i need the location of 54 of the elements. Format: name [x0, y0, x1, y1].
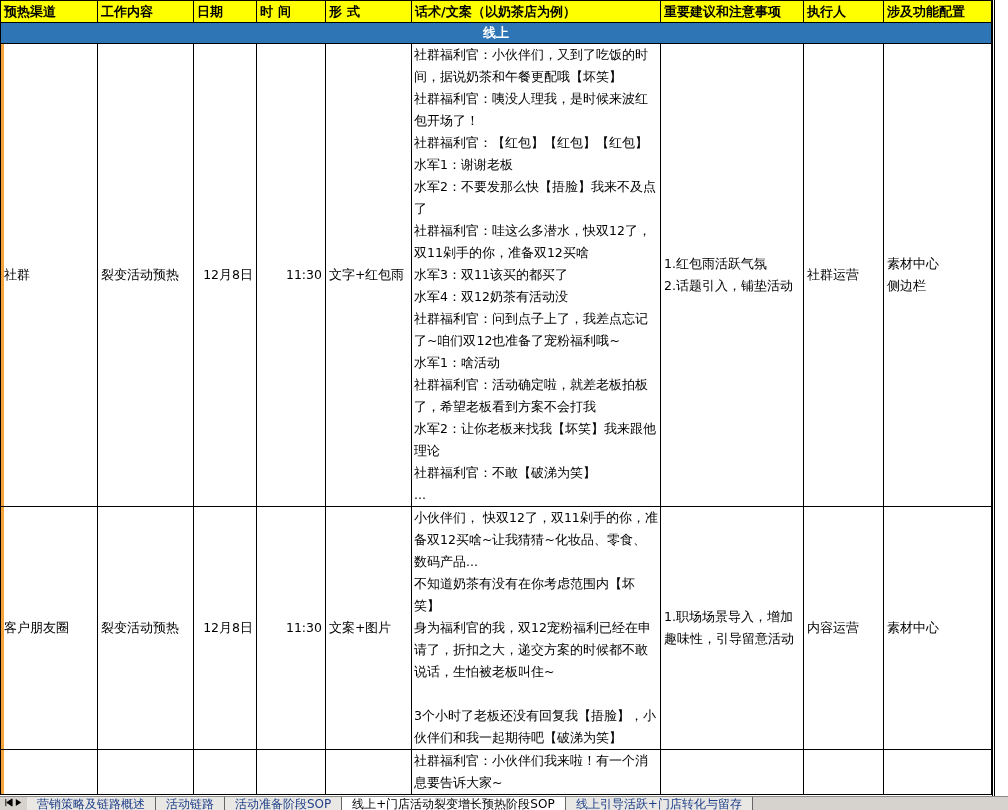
chat-line: 水军2：让你老板来找我【坏笑】我来跟他理论 — [414, 420, 657, 460]
chat-line: 社群福利官：哇这么多潜水，快双12了，双11剁手的你，准备双12买啥 — [414, 222, 652, 262]
column-header: 工作内容 — [97, 0, 194, 23]
chat-line: 社群福利官：小伙伴们，又到了吃饭的时间，据说奶茶和午餐更配哦【坏笑】 — [414, 46, 649, 86]
sheet-tab[interactable]: 线上引导活跃+门店转化与留存 — [565, 797, 753, 810]
next-sheet-icon[interactable] — [14, 798, 23, 807]
chat-line: 社群福利官：问到点子上了，我差点忘记了~咱们双12也准备了宠粉福利哦~ — [414, 310, 649, 350]
sheet-tab[interactable]: 活动准备阶段SOP — [225, 797, 343, 810]
table-cell: 裂变活动预热 — [97, 43, 194, 507]
first-sheet-icon[interactable] — [4, 798, 13, 807]
sheet-tab[interactable]: 线上+门店活动裂变增长预热阶段SOP — [342, 797, 566, 810]
column-header: 形 式 — [325, 0, 412, 23]
table-cell-text: 素材中心 — [887, 619, 940, 637]
chat-line: 小伙伴们， 快双12了，双11剁手的你，准备双12买啥~让我猜猜~化妆品、零食、数码产品... — [414, 509, 658, 571]
chat-line: 水军4：双12奶茶有活动没 — [414, 288, 569, 306]
sheet-tab[interactable]: 活动链路 — [156, 797, 225, 810]
chat-line: 水军1：谢谢老板 — [414, 156, 514, 174]
table-cell: 社群 — [0, 43, 98, 507]
table-cell-text: 素材中心 — [887, 255, 940, 273]
chat-line: 社群福利官：不敢【破涕为笑】 — [414, 464, 597, 482]
chat-line: 水军2：不要发那么快【捂脸】我来不及点了 — [414, 178, 657, 218]
chat-line: 社群福利官：小伙伴们我来啦！有一个消息要告诉大家~ — [414, 752, 649, 792]
table-cell-text: 2.话题引入，铺垫活动 — [664, 277, 794, 295]
chat-line: 社群福利官：活动确定啦，就差老板拍板了，希望老板看到方案不会打我 — [414, 376, 649, 416]
chat-line: 水军3：双11该买的都买了 — [414, 266, 569, 284]
chat-line: 社群福利官：【红包】【红包】【红包】 — [414, 134, 649, 152]
column-header: 重要建议和注意事项 — [660, 0, 804, 23]
column-header: 预热渠道 — [0, 0, 98, 23]
table-cell: 裂变活动预热 — [97, 506, 194, 750]
chat-line: 不知道奶茶有没有在你考虑范围内【坏笑】 — [414, 575, 636, 615]
table-cell: 11:30 — [256, 43, 326, 507]
table-cell: 11:30 — [256, 506, 326, 750]
table-cell-text: 1.红包雨活跃气氛 — [664, 255, 768, 273]
table-cell: 内容运营 — [803, 506, 884, 750]
section-header: 线上 — [0, 22, 992, 44]
table-cell: 文案+图片 — [325, 506, 412, 750]
chat-line: 社群福利官：咦没人理我，是时候来波红包开场了！ — [414, 90, 649, 130]
column-header: 时 间 — [256, 0, 326, 23]
table-cell: 客户朋友圈 — [0, 506, 98, 750]
table-cell: 12月8日 — [193, 43, 257, 507]
column-header: 涉及功能配置 — [883, 0, 992, 23]
column-header: 执行人 — [803, 0, 884, 23]
table-cell: 文字+红包雨 — [325, 43, 412, 507]
table-cell-text: 侧边栏 — [887, 277, 927, 295]
table-cell-text: 1.职场场景导入，增加趣味性，引导留意活动 — [664, 608, 795, 648]
table-cell: 12月8日 — [193, 506, 257, 750]
column-header: 日期 — [193, 0, 257, 23]
chat-line: 身为福利官的我，双12宠粉福利已经在申请了，折扣之大，递交方案的时候都不敢说话，生怕被老板叫住~ — [414, 619, 652, 681]
sheet-tab[interactable]: 营销策略及链路概述 — [27, 797, 156, 810]
column-header: 话术/文案（以奶茶店为例） — [411, 0, 661, 23]
chat-line: 3个小时了老板还没有回复我【捂脸】，小伙伴们和我一起期待吧【破涕为笑】 — [414, 707, 657, 747]
table-cell: 社群运营 — [803, 43, 884, 507]
chat-line: ... — [414, 486, 427, 504]
chat-line: 水军1：啥活动 — [414, 354, 501, 372]
